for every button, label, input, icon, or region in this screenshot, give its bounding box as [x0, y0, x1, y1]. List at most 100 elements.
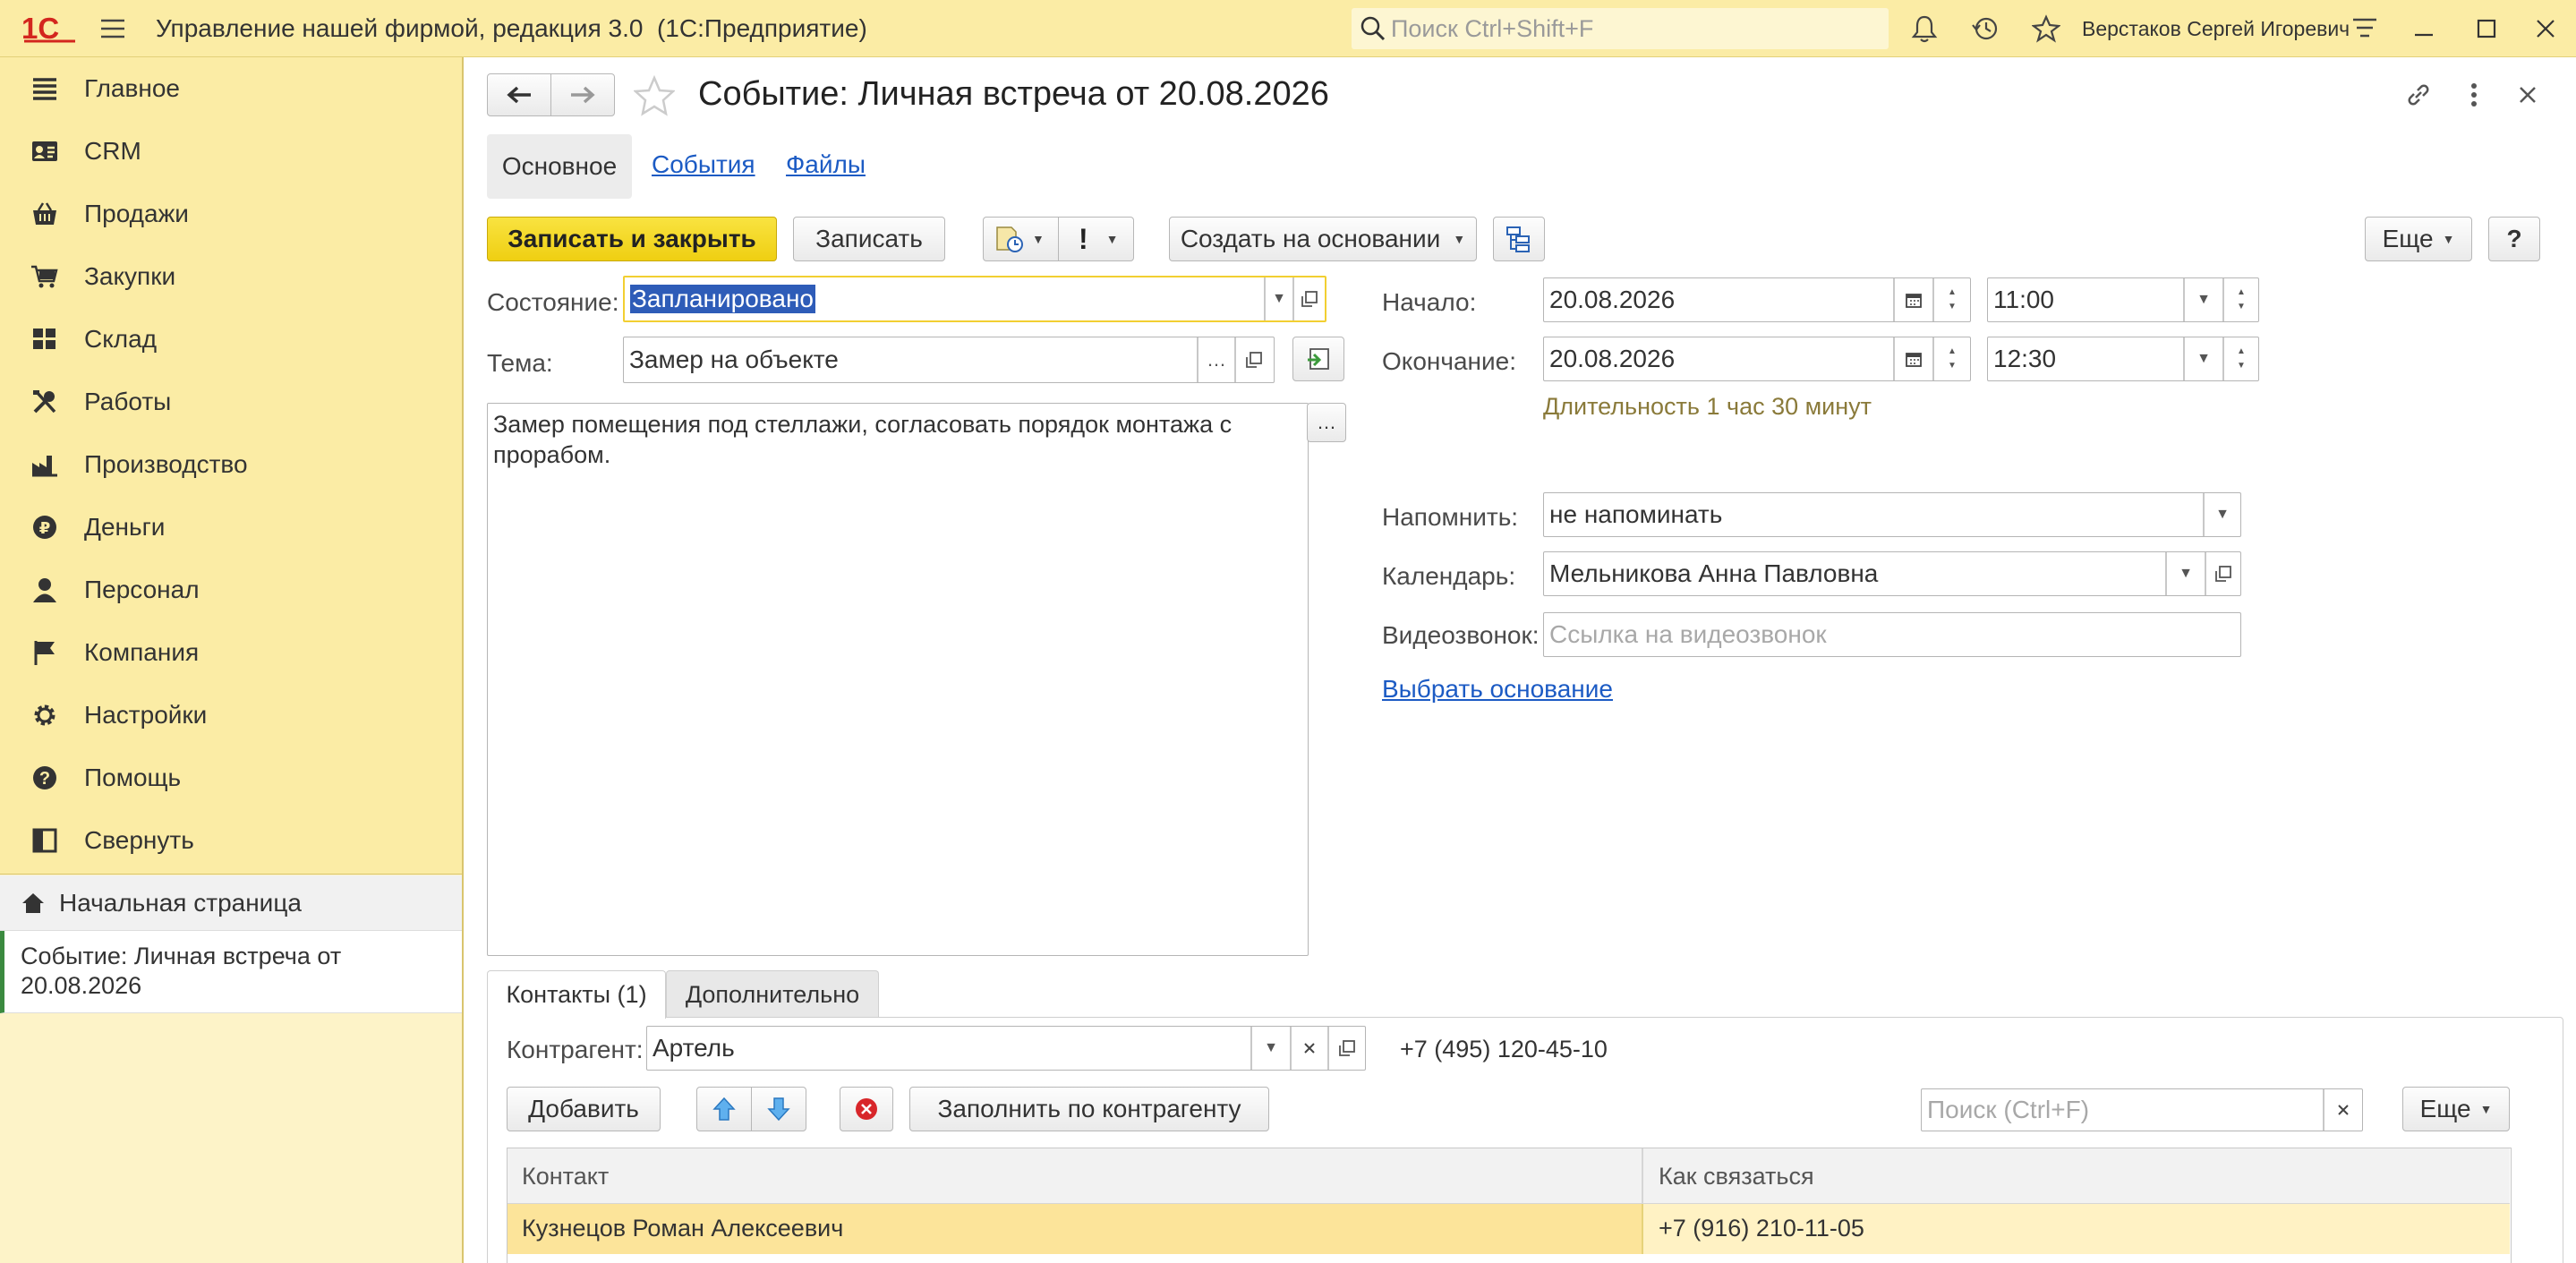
help-button[interactable]: ?: [2488, 217, 2540, 261]
bottom-tab-contacts-label: Контакты (1): [506, 981, 647, 1008]
select-ellipsis-icon[interactable]: …: [1198, 337, 1234, 382]
column-header-how-to-contact[interactable]: Как связаться: [1659, 1163, 1814, 1190]
tab-files[interactable]: Файлы: [786, 150, 866, 179]
remind-field[interactable]: не напоминать ▼: [1543, 492, 2241, 537]
importance-menu-button[interactable]: ! ▼: [1058, 217, 1134, 261]
form-title: Событие: Личная встреча от 20.08.2026: [698, 75, 1329, 113]
delete-button[interactable]: [840, 1087, 893, 1131]
sidebar-item-company[interactable]: Компания: [0, 621, 462, 684]
clear-search-icon[interactable]: [2324, 1089, 2362, 1131]
choose-basis-link[interactable]: Выбрать основание: [1382, 675, 1613, 704]
bell-icon[interactable]: [1906, 13, 1942, 45]
back-button[interactable]: [487, 73, 551, 116]
add-contact-button[interactable]: Добавить: [507, 1087, 661, 1131]
tab-events[interactable]: События: [652, 150, 755, 179]
minimize-icon[interactable]: [2406, 13, 2442, 45]
gear-icon: [27, 702, 63, 729]
sidebar-item-personnel[interactable]: Персонал: [0, 559, 462, 621]
table-row[interactable]: Кузнецов Роман Алексеевич +7 (916) 210-1…: [508, 1204, 2510, 1254]
sidebar-item-money[interactable]: ₽ Деньги: [0, 496, 462, 559]
calendar-icon[interactable]: [1895, 337, 1932, 380]
create-based-on-label: Создать на основании: [1180, 225, 1441, 252]
sidebar-item-help[interactable]: ? Помощь: [0, 747, 462, 809]
history-icon[interactable]: [1967, 13, 2003, 45]
more-vertical-icon[interactable]: [2456, 77, 2492, 113]
hierarchy-icon: [1505, 225, 1533, 253]
bottom-tab-additional[interactable]: Дополнительно: [666, 970, 879, 1019]
favorite-star-icon[interactable]: [2028, 13, 2064, 45]
open-icon[interactable]: [2206, 552, 2240, 595]
svg-text:₽: ₽: [39, 519, 51, 538]
structure-button[interactable]: [1493, 217, 1545, 261]
open-icon[interactable]: [1236, 337, 1272, 382]
favorite-star-icon[interactable]: [632, 73, 677, 118]
factory-icon: [27, 452, 63, 477]
home-icon: [20, 892, 47, 915]
start-date-field[interactable]: 20.08.2026 ▲ ▼: [1543, 277, 1971, 322]
home-page-item[interactable]: Начальная страница: [0, 875, 462, 931]
create-based-on-button[interactable]: Создать на основании ▼: [1169, 217, 1477, 261]
sidebar-item-works[interactable]: Работы: [0, 371, 462, 433]
sidebar-item-purchases[interactable]: Закупки: [0, 245, 462, 308]
link-icon[interactable]: [2399, 77, 2438, 113]
video-field[interactable]: Ссылка на видеозвонок: [1543, 612, 2241, 657]
counterparty-field[interactable]: Артель ▼: [646, 1026, 1366, 1071]
spin-icon[interactable]: ▲ ▼: [2224, 278, 2258, 321]
arrow-left-icon: [506, 85, 533, 105]
sidebar-item-crm[interactable]: CRM: [0, 120, 462, 183]
counterparty-dropdown-icon[interactable]: ▼: [1252, 1027, 1290, 1070]
calendar-dropdown-icon[interactable]: ▼: [2167, 552, 2205, 595]
end-time-field[interactable]: 12:30 ▼ ▲ ▼: [1987, 337, 2259, 381]
settings-lines-icon[interactable]: [2347, 13, 2383, 45]
move-down-button[interactable]: [751, 1087, 806, 1131]
window-title: Управление нашей фирмой, редакция 3.0 (1…: [156, 14, 867, 42]
global-search-field[interactable]: Поиск Ctrl+Shift+F: [1352, 8, 1889, 49]
state-dropdown-icon[interactable]: ▼: [1266, 277, 1292, 320]
fill-by-counterparty-button[interactable]: Заполнить по контрагенту: [909, 1087, 1269, 1131]
spin-icon[interactable]: ▲ ▼: [1934, 337, 1970, 380]
sidebar-item-production[interactable]: Производство: [0, 433, 462, 496]
user-name[interactable]: Верстаков Сергей Игоревич: [2082, 17, 2350, 41]
collapse-icon: [27, 827, 63, 854]
move-up-button[interactable]: [696, 1087, 752, 1131]
menu-icon[interactable]: [97, 16, 129, 41]
open-icon[interactable]: [1329, 1027, 1365, 1070]
sidebar-item-settings[interactable]: Настройки: [0, 684, 462, 747]
spin-icon[interactable]: ▲ ▼: [1934, 278, 1970, 321]
sidebar-item-warehouse[interactable]: Склад: [0, 308, 462, 371]
topic-field[interactable]: Замер на объекте …: [623, 337, 1275, 383]
topic-history-button[interactable]: [1292, 337, 1344, 381]
more-button[interactable]: Еще ▼: [2365, 217, 2472, 261]
end-time-dropdown-icon[interactable]: ▼: [2185, 337, 2222, 380]
state-field[interactable]: Запланировано ▼: [623, 276, 1326, 322]
sidebar-item-collapse[interactable]: Свернуть: [0, 809, 462, 872]
maximize-icon[interactable]: [2469, 13, 2504, 45]
import-icon: [1305, 346, 1332, 372]
start-time-field[interactable]: 11:00 ▼ ▲ ▼: [1987, 277, 2259, 322]
forward-button[interactable]: [550, 73, 615, 116]
remind-dropdown-icon[interactable]: ▼: [2205, 493, 2240, 536]
column-header-contact[interactable]: Контакт: [522, 1163, 609, 1190]
spin-icon[interactable]: ▲ ▼: [2224, 337, 2258, 380]
contacts-more-button[interactable]: Еще ▼: [2402, 1087, 2510, 1131]
bottom-tab-contacts[interactable]: Контакты (1): [487, 970, 666, 1019]
close-window-icon[interactable]: [2528, 13, 2563, 45]
reminder-menu-button[interactable]: ▼: [983, 217, 1059, 261]
tab-main[interactable]: Основное: [487, 134, 632, 199]
description-ellipsis-button[interactable]: …: [1307, 403, 1346, 442]
contacts-search-field[interactable]: Поиск (Ctrl+F): [1921, 1088, 2363, 1131]
end-date-field[interactable]: 20.08.2026 ▲ ▼: [1543, 337, 1971, 381]
sidebar-item-main[interactable]: Главное: [0, 57, 462, 120]
save-button[interactable]: Записать: [793, 217, 945, 261]
sidebar-item-label: Склад: [84, 325, 158, 353]
sidebar-item-sales[interactable]: Продажи: [0, 183, 462, 245]
calendar-icon[interactable]: [1895, 278, 1932, 321]
calendar-field[interactable]: Мельникова Анна Павловна ▼: [1543, 551, 2241, 596]
close-form-icon[interactable]: [2510, 77, 2546, 113]
start-time-dropdown-icon[interactable]: ▼: [2185, 278, 2222, 321]
open-document-item[interactable]: Событие: Личная встреча от 20.08.2026: [0, 931, 462, 1013]
description-textarea[interactable]: Замер помещения под стеллажи, согласоват…: [487, 403, 1309, 956]
save-and-close-button[interactable]: Записать и закрыть: [487, 217, 777, 261]
open-icon[interactable]: [1294, 277, 1325, 320]
clear-icon[interactable]: [1292, 1027, 1327, 1070]
